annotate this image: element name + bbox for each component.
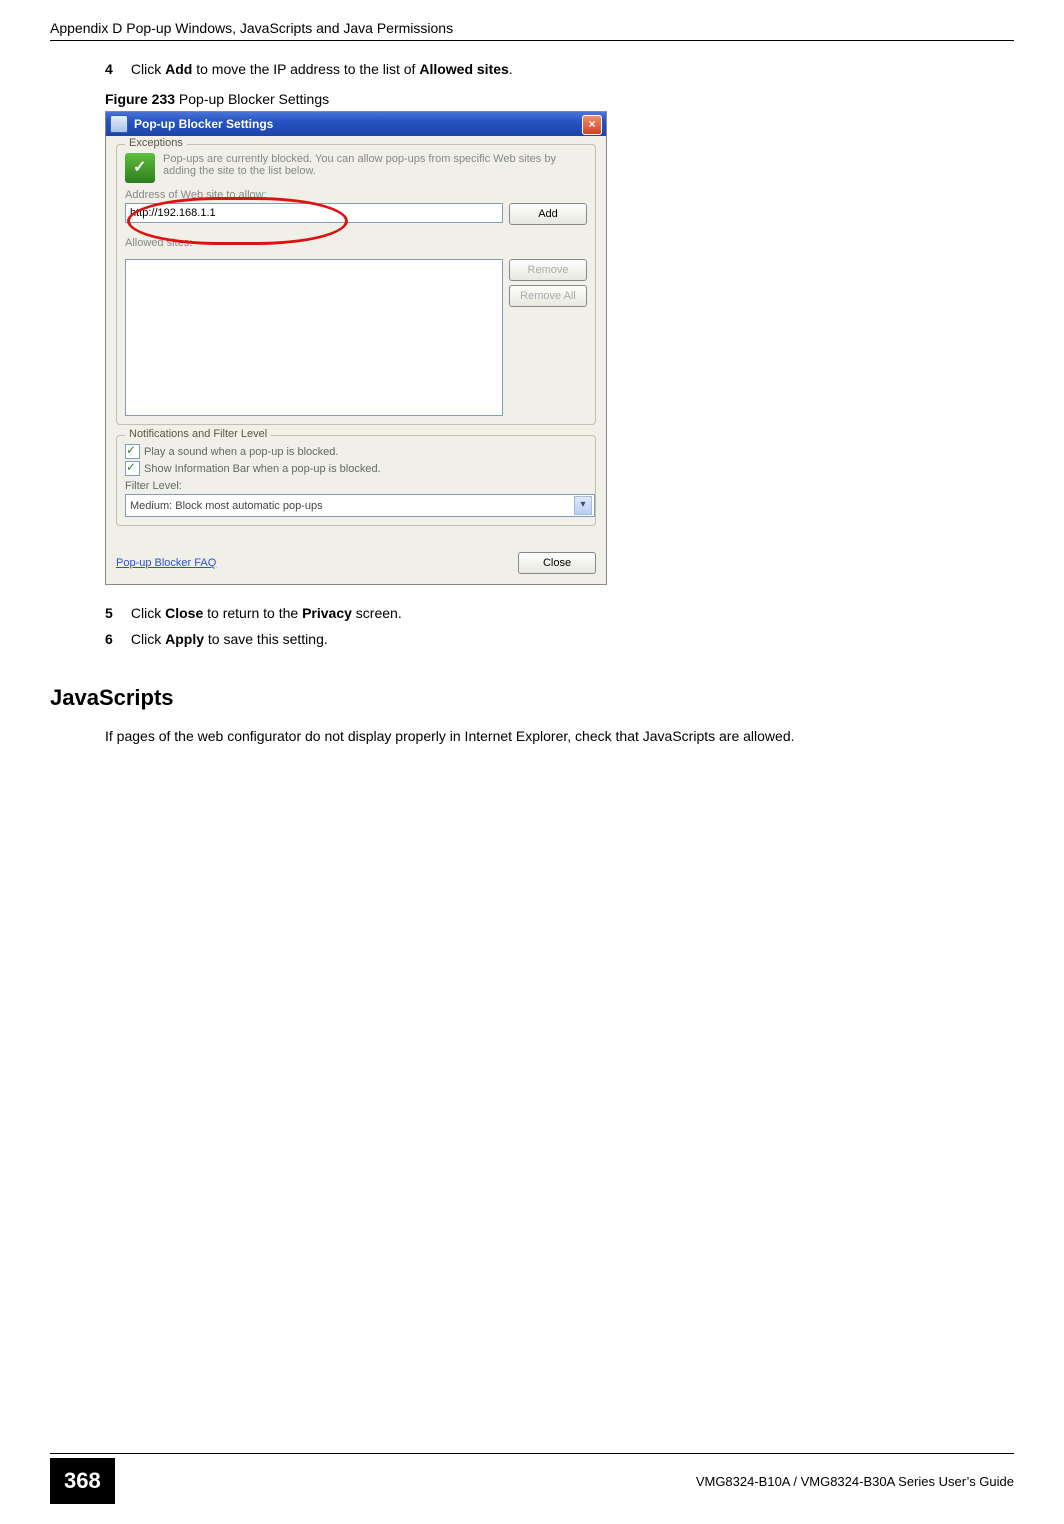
chevron-down-icon: ▾	[574, 496, 592, 515]
step-5: 5 Click Close to return to the Privacy s…	[105, 605, 1004, 621]
step-5-text-a: Click	[131, 605, 165, 621]
javascripts-heading: JavaScripts	[50, 685, 1014, 711]
filter-level-value: Medium: Block most automatic pop-ups	[130, 500, 323, 512]
step-5-num: 5	[105, 605, 127, 621]
show-infobar-checkbox[interactable]	[125, 461, 140, 476]
exceptions-info-text: Pop-ups are currently blocked. You can a…	[163, 153, 587, 177]
filter-level-select[interactable]: Medium: Block most automatic pop-ups ▾	[125, 494, 595, 517]
step-5-text-b: to return to the	[203, 605, 302, 621]
header-rule	[50, 40, 1014, 41]
page-number: 368	[50, 1458, 115, 1504]
show-infobar-label: Show Information Bar when a pop-up is bl…	[144, 463, 381, 475]
step-6-num: 6	[105, 631, 127, 647]
popup-blocker-settings-dialog: Pop-up Blocker Settings × Exceptions Pop…	[105, 111, 607, 585]
step-4: 4 Click Add to move the IP address to th…	[105, 61, 1004, 77]
figure-caption: Figure 233 Pop-up Blocker Settings	[105, 91, 1004, 107]
footer-guide-name: VMG8324-B10A / VMG8324-B30A Series User’…	[696, 1474, 1014, 1489]
dialog-titlebar[interactable]: Pop-up Blocker Settings ×	[106, 112, 606, 136]
filter-level-label: Filter Level:	[125, 480, 587, 492]
close-icon[interactable]: ×	[582, 115, 602, 135]
step-4-text-b: to move the IP address to the list of	[192, 61, 419, 77]
allowed-sites-label: Allowed sites:	[125, 237, 587, 249]
step-5-text-c: screen.	[352, 605, 402, 621]
exceptions-group: Exceptions Pop-ups are currently blocked…	[116, 144, 596, 425]
address-input[interactable]	[125, 203, 503, 223]
add-button[interactable]: Add	[509, 203, 587, 225]
step-4-num: 4	[105, 61, 127, 77]
step-6-text-a: Click	[131, 631, 165, 647]
shield-check-icon	[125, 153, 155, 183]
dialog-title: Pop-up Blocker Settings	[134, 117, 273, 131]
step-4-text-c: .	[509, 61, 513, 77]
notifications-group-title: Notifications and Filter Level	[125, 428, 271, 440]
step-4-bold-add: Add	[165, 61, 192, 77]
figure-number: Figure 233	[105, 91, 175, 107]
play-sound-checkbox[interactable]	[125, 444, 140, 459]
exceptions-group-title: Exceptions	[125, 137, 187, 149]
javascripts-paragraph: If pages of the web configurator do not …	[105, 727, 1004, 746]
remove-button[interactable]: Remove	[509, 259, 587, 281]
address-label: Address of Web site to allow:	[125, 189, 587, 201]
step-4-text-a: Click	[131, 61, 165, 77]
step-6-text-b: to save this setting.	[204, 631, 328, 647]
step-5-bold-privacy: Privacy	[302, 605, 352, 621]
step-5-bold-close: Close	[165, 605, 203, 621]
play-sound-label: Play a sound when a pop-up is blocked.	[144, 446, 338, 458]
page-footer: 368 VMG8324-B10A / VMG8324-B30A Series U…	[50, 1453, 1014, 1504]
step-4-bold-allowed: Allowed sites	[419, 61, 508, 77]
faq-link[interactable]: Pop-up Blocker FAQ	[116, 557, 216, 569]
step-6: 6 Click Apply to save this setting.	[105, 631, 1004, 647]
page-header: Appendix D Pop-up Windows, JavaScripts a…	[50, 20, 1014, 40]
dialog-title-icon	[110, 115, 128, 133]
close-button[interactable]: Close	[518, 552, 596, 574]
figure-title: Pop-up Blocker Settings	[175, 91, 329, 107]
step-6-bold-apply: Apply	[165, 631, 204, 647]
notifications-group: Notifications and Filter Level Play a so…	[116, 435, 596, 526]
allowed-sites-listbox[interactable]	[125, 259, 503, 416]
remove-all-button[interactable]: Remove All	[509, 285, 587, 307]
